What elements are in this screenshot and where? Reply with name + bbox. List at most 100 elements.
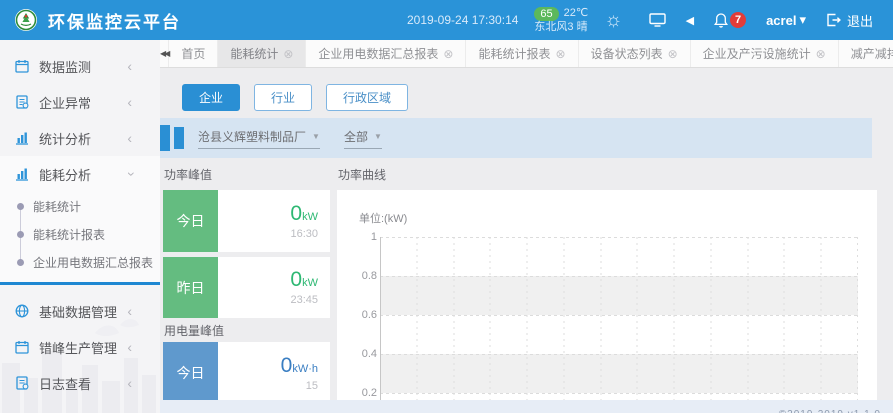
bar-chart-icon <box>15 131 29 145</box>
user-caret-icon: ▾ <box>799 12 806 28</box>
tab-scroll-left-icon[interactable]: ◀◀ <box>160 40 169 67</box>
sidebar-subitem-label: 能耗统计 <box>33 198 81 215</box>
calendar-icon <box>15 59 29 73</box>
caret-down-icon: ▼ <box>312 132 320 141</box>
scope-button-industry[interactable]: 行业 <box>254 84 312 111</box>
chart-grid <box>380 237 858 400</box>
globe-icon <box>15 304 29 318</box>
sidebar: 数据监测 ‹ 企业异常 ‹ 统计分析 ‹ 能耗分析 ‹ <box>0 40 160 413</box>
logout-icon <box>826 13 841 27</box>
sidebar-divider <box>0 282 160 285</box>
document-icon <box>15 376 29 390</box>
energy-peak-title: 用电量峰值 <box>164 322 224 339</box>
close-icon[interactable]: ⊗ <box>443 47 453 61</box>
sidebar-item-label: 统计分析 <box>39 129 91 148</box>
close-icon[interactable]: ⊗ <box>816 47 826 61</box>
temperature: 22℃ <box>564 7 589 20</box>
tab-label: 首页 <box>181 45 205 62</box>
close-icon[interactable]: ⊗ <box>556 47 566 61</box>
sidebar-subitem-enterprise-power-summary[interactable]: 企业用电数据汇总报表 <box>0 248 160 276</box>
y-tick: 0.2 <box>347 387 377 399</box>
notifications[interactable]: 7 <box>714 12 746 28</box>
tab-label: 减产减排分析 <box>851 45 893 62</box>
tab-reduction-analysis[interactable]: 减产减排分析 ⊗ <box>839 40 893 67</box>
sub-select[interactable]: 全部 ▼ <box>344 128 382 149</box>
aqi-badge: 65 <box>534 7 558 21</box>
logout-label: 退出 <box>847 11 873 30</box>
tab-label: 能耗统计 <box>230 45 278 62</box>
y-tick: 1 <box>347 231 377 243</box>
caret-down-icon: ▼ <box>374 132 382 141</box>
footer-strip: ©2019-2019 v1.1.0 <box>160 400 893 413</box>
peak-value: 0kW <box>290 202 318 226</box>
peak-tag: 今日 <box>163 190 218 252</box>
sidebar-subitem-energy-statistics[interactable]: 能耗统计 <box>0 192 160 220</box>
sidebar-item-label: 企业异常 <box>39 93 91 112</box>
scope-button-group: 企业 行业 行政区域 <box>182 84 408 111</box>
sidebar-item-energy-analysis[interactable]: 能耗分析 ‹ <box>0 156 160 192</box>
peak-time: 15 <box>306 380 318 393</box>
tab-enterprise-power-summary[interactable]: 企业用电数据汇总报表 ⊗ <box>306 40 466 67</box>
datetime: 2019-09-24 17:30:14 <box>407 13 518 27</box>
sidebar-item-label: 基础数据管理 <box>39 302 117 321</box>
speaker-icon[interactable]: ◀ <box>686 14 694 27</box>
sidebar-item-label: 能耗分析 <box>39 165 91 184</box>
scope-button-enterprise[interactable]: 企业 <box>182 84 240 111</box>
sidebar-item-log-view[interactable]: 日志查看 ‹ <box>0 365 160 401</box>
bars-icon <box>160 125 170 151</box>
power-peak-title: 功率峰值 <box>164 166 212 183</box>
company-select-value: 沧县义辉塑料制品厂 <box>198 128 306 145</box>
tab-pollution-facility-stats[interactable]: 企业及产污设施统计 ⊗ <box>691 40 839 67</box>
footer-copyright: ©2019-2019 v1.1.0 <box>779 409 881 413</box>
tab-energy-report[interactable]: 能耗统计报表 ⊗ <box>466 40 578 67</box>
sidebar-item-enterprise-abnormal[interactable]: 企业异常 ‹ <box>0 84 160 120</box>
sidebar-item-base-data[interactable]: 基础数据管理 ‹ <box>0 293 160 329</box>
sub-select-value: 全部 <box>344 128 368 145</box>
scope-button-region[interactable]: 行政区域 <box>326 84 408 111</box>
main-area: ◀◀ 首页 能耗统计 ⊗ 企业用电数据汇总报表 ⊗ 能耗统计报表 ⊗ 设备状态列… <box>160 40 893 413</box>
y-tick: 0.4 <box>347 348 377 360</box>
tab-strip: ◀◀ 首页 能耗统计 ⊗ 企业用电数据汇总报表 ⊗ 能耗统计报表 ⊗ 设备状态列… <box>160 40 893 68</box>
tab-energy-statistics[interactable]: 能耗统计 ⊗ <box>218 40 306 67</box>
tab-label: 能耗统计报表 <box>478 45 550 62</box>
power-curve-chart: 单位:(kW) 1 0.8 0.6 0.4 0.2 <box>337 190 877 400</box>
wind: 东北风3 <box>534 21 573 33</box>
sidebar-item-data-monitoring[interactable]: 数据监测 ‹ <box>0 48 160 84</box>
sidebar-item-label: 数据监测 <box>39 57 91 76</box>
sidebar-item-label: 日志查看 <box>39 374 91 393</box>
peak-tag: 今日 <box>163 342 218 404</box>
close-icon[interactable]: ⊗ <box>668 47 678 61</box>
bar-chart-icon <box>15 167 29 181</box>
sidebar-item-statistics-analysis[interactable]: 统计分析 ‹ <box>0 120 160 156</box>
user-menu[interactable]: acrel ▾ <box>766 12 806 28</box>
sidebar-subitem-energy-report[interactable]: 能耗统计报表 <box>0 220 160 248</box>
sidebar-item-label: 错峰生产管理 <box>39 338 117 357</box>
sidebar-subitem-label: 企业用电数据汇总报表 <box>33 254 153 271</box>
tab-home[interactable]: 首页 <box>169 40 218 67</box>
peak-value: 0kW·h <box>281 354 318 378</box>
chevron-down-icon: ‹ <box>123 172 137 177</box>
tab-device-status[interactable]: 设备状态列表 ⊗ <box>579 40 691 67</box>
y-tick: 0.8 <box>347 270 377 282</box>
bullet-icon <box>17 259 24 266</box>
peak-time: 16:30 <box>290 228 318 241</box>
peak-time: 23:45 <box>290 294 318 307</box>
document-icon <box>15 95 29 109</box>
top-header: 环保监控云平台 2019-09-24 17:30:14 65 22℃ 东北风3 … <box>0 0 893 40</box>
company-select[interactable]: 沧县义辉塑料制品厂 ▼ <box>198 128 320 149</box>
monitor-icon[interactable] <box>649 13 666 27</box>
close-icon[interactable]: ⊗ <box>283 47 293 61</box>
bell-icon <box>714 12 728 28</box>
logout-button[interactable]: 退出 <box>826 11 873 30</box>
calendar-icon <box>15 340 29 354</box>
bars-icon <box>174 127 184 149</box>
chevron-left-icon: ‹ <box>127 59 132 73</box>
app-title: 环保监控云平台 <box>48 8 181 33</box>
bullet-icon <box>17 231 24 238</box>
tab-label: 企业及产污设施统计 <box>703 45 811 62</box>
sidebar-group-energy-analysis: 能耗分析 ‹ 能耗统计 能耗统计报表 企业用电数据汇总报表 <box>0 156 160 282</box>
tab-label: 设备状态列表 <box>591 45 663 62</box>
y-tick: 0.6 <box>347 309 377 321</box>
sidebar-item-peak-production[interactable]: 错峰生产管理 ‹ <box>0 329 160 365</box>
power-peak-card-today: 今日 0kW 16:30 <box>163 190 330 252</box>
